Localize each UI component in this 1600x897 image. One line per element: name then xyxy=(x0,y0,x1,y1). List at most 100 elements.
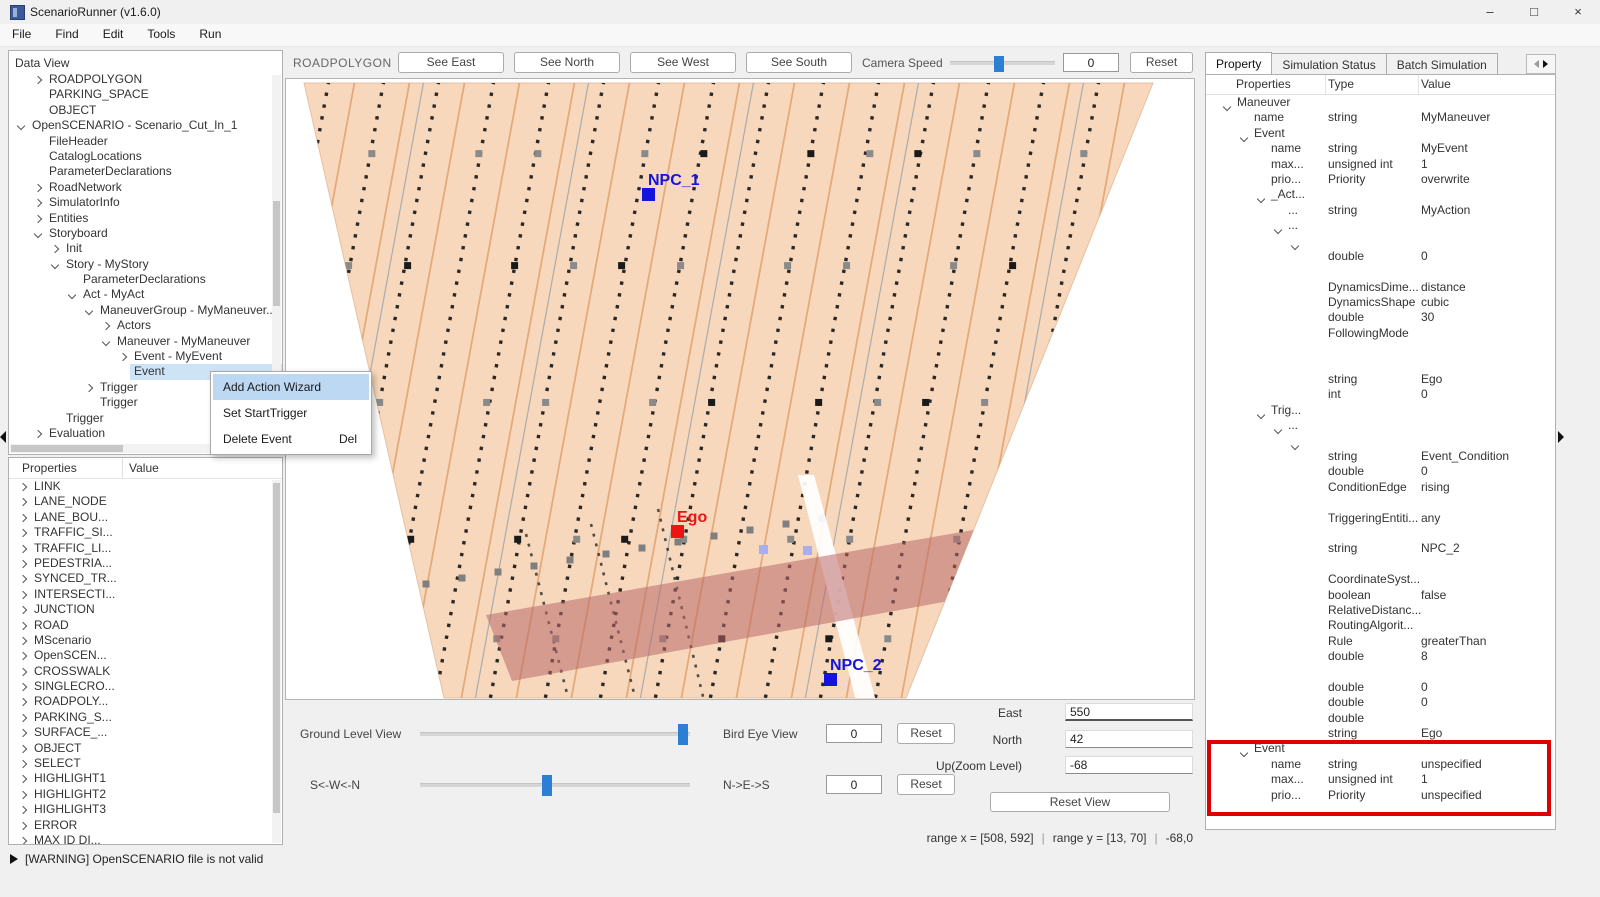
chevron-right-icon[interactable] xyxy=(30,195,45,210)
tree-item-fileheader[interactable]: FileHeader xyxy=(9,134,282,149)
property-row[interactable] xyxy=(1206,234,1555,249)
chevron-right-icon[interactable] xyxy=(15,756,30,771)
ground-level-slider-handle[interactable] xyxy=(678,724,688,745)
tree-item-act-myact[interactable]: Act - MyAct xyxy=(9,287,282,302)
chevron-right-icon[interactable] xyxy=(15,818,30,833)
property-row-event[interactable]: Event xyxy=(1206,741,1555,756)
map-properties-vscrollbar[interactable] xyxy=(272,480,281,843)
entity-npc-2[interactable] xyxy=(824,673,837,686)
chevron-right-icon[interactable] xyxy=(15,633,30,648)
tree-item-event-myevent[interactable]: Event - MyEvent xyxy=(9,349,282,364)
chevron-right-icon[interactable] xyxy=(15,618,30,633)
entity-ego[interactable] xyxy=(671,525,684,538)
maximize-button[interactable]: □ xyxy=(1512,0,1556,24)
chevron-right-icon[interactable] xyxy=(15,556,30,571)
tree-item-parking-space[interactable]: PARKING_SPACE xyxy=(9,87,282,102)
chevron-down-icon[interactable] xyxy=(30,226,45,241)
property-row[interactable]: TriggeringEntiti...any xyxy=(1206,511,1555,526)
chevron-right-icon[interactable] xyxy=(15,510,30,525)
list-item-highlight3[interactable]: HIGHLIGHT3 xyxy=(9,802,282,817)
list-item-mscenario[interactable]: MScenario xyxy=(9,633,282,648)
property-row[interactable]: double30 xyxy=(1206,310,1555,325)
property-row[interactable] xyxy=(1206,495,1555,510)
list-item-junction[interactable]: JUNCTION xyxy=(9,602,282,617)
north-field[interactable] xyxy=(1065,730,1193,748)
chevron-right-icon[interactable] xyxy=(15,587,30,602)
property-row[interactable]: double8 xyxy=(1206,649,1555,664)
property-row-max[interactable]: max...unsigned int1 xyxy=(1206,772,1555,787)
chevron-right-icon[interactable] xyxy=(15,648,30,663)
property-row-max[interactable]: max...unsigned int1 xyxy=(1206,157,1555,172)
property-row[interactable]: RelativeDistanc... xyxy=(1206,603,1555,618)
property-row[interactable]: stringEgo xyxy=(1206,372,1555,387)
tree-item-story-mystory[interactable]: Story - MyStory xyxy=(9,257,282,272)
property-row[interactable] xyxy=(1206,434,1555,449)
list-item-object[interactable]: OBJECT xyxy=(9,741,282,756)
tree-item-object[interactable]: OBJECT xyxy=(9,103,282,118)
list-item-highlight2[interactable]: HIGHLIGHT2 xyxy=(9,787,282,802)
property-row[interactable]: DynamicsDime...distance xyxy=(1206,280,1555,295)
property-row-name[interactable]: namestringMyEvent xyxy=(1206,141,1555,156)
menu-run[interactable]: Run xyxy=(187,24,233,46)
tree-item-maneuvergroup-mymaneuver[interactable]: ManeuverGroup - MyManeuver... xyxy=(9,303,282,318)
tree-item-roadnetwork[interactable]: RoadNetwork xyxy=(9,180,282,195)
list-item-traffic-si[interactable]: TRAFFIC_SI... xyxy=(9,525,282,540)
camera-speed-input[interactable] xyxy=(1063,53,1119,72)
list-item-error[interactable]: ERROR xyxy=(9,818,282,833)
property-row[interactable]: CoordinateSyst... xyxy=(1206,572,1555,587)
tree-item-entities[interactable]: Entities xyxy=(9,211,282,226)
entity-npc-1[interactable] xyxy=(642,188,655,201)
list-item-synced-tr[interactable]: SYNCED_TR... xyxy=(9,571,282,586)
chevron-right-icon[interactable] xyxy=(15,771,30,786)
chevron-down-icon[interactable] xyxy=(13,118,28,133)
tree-item-parameterdeclarations[interactable]: ParameterDeclarations xyxy=(9,164,282,179)
chevron-right-icon[interactable] xyxy=(15,541,30,556)
property-row[interactable]: double0 xyxy=(1206,464,1555,479)
chevron-right-icon[interactable] xyxy=(15,787,30,802)
property-row[interactable]: double0 xyxy=(1206,695,1555,710)
heading-slider-handle[interactable] xyxy=(542,775,552,796)
property-row-name[interactable]: namestringMyManeuver xyxy=(1206,110,1555,125)
list-item-link[interactable]: LINK xyxy=(9,479,282,494)
list-item-parking-s[interactable]: PARKING_S... xyxy=(9,710,282,725)
chevron-right-icon[interactable] xyxy=(30,426,45,441)
chevron-right-icon[interactable] xyxy=(15,479,30,494)
see-west-button[interactable]: See West xyxy=(630,52,736,73)
chevron-down-icon[interactable] xyxy=(98,334,113,349)
tree-item-storyboard[interactable]: Storyboard xyxy=(9,226,282,241)
list-item-singlecro[interactable]: SINGLECRO... xyxy=(9,679,282,694)
list-item-lane-node[interactable]: LANE_NODE xyxy=(9,494,282,509)
tree-item-cataloglocations[interactable]: CatalogLocations xyxy=(9,149,282,164)
menu-item-add-action-wizard[interactable]: Add Action Wizard xyxy=(213,374,369,400)
list-item-crosswalk[interactable]: CROSSWALK xyxy=(9,664,282,679)
property-row-prio[interactable]: prio...Priorityunspecified xyxy=(1206,788,1555,803)
tab-batch-simulation[interactable]: Batch Simulation xyxy=(1386,53,1498,75)
menu-file[interactable]: File xyxy=(0,24,43,46)
property-row-trig[interactable]: Trig... xyxy=(1206,403,1555,418)
chevron-right-icon[interactable] xyxy=(30,211,45,226)
property-row-act[interactable]: _Act... xyxy=(1206,187,1555,202)
viewport-canvas[interactable]: NPC_1EgoNPC_2 xyxy=(285,78,1195,700)
chevron-right-icon[interactable] xyxy=(15,571,30,586)
chevron-right-icon[interactable] xyxy=(15,664,30,679)
chevron-down-icon[interactable] xyxy=(81,303,96,318)
up-zoom-field[interactable] xyxy=(1065,756,1193,774)
east-field[interactable] xyxy=(1065,703,1193,721)
heading-input[interactable] xyxy=(826,775,882,794)
property-row[interactable]: booleanfalse xyxy=(1206,588,1555,603)
property-row[interactable]: double xyxy=(1206,711,1555,726)
property-row[interactable] xyxy=(1206,557,1555,572)
property-row[interactable] xyxy=(1206,264,1555,279)
property-row[interactable] xyxy=(1206,664,1555,679)
property-row-item[interactable]: ... xyxy=(1206,218,1555,233)
property-row[interactable] xyxy=(1206,341,1555,356)
chevron-right-icon[interactable] xyxy=(115,349,130,364)
property-row[interactable]: DynamicsShapecubic xyxy=(1206,295,1555,310)
menu-edit[interactable]: Edit xyxy=(91,24,136,46)
camera-speed-slider-handle[interactable] xyxy=(994,56,1004,72)
tab-simulation-status[interactable]: Simulation Status xyxy=(1271,53,1386,75)
property-row-name[interactable]: namestringunspecified xyxy=(1206,757,1555,772)
reset-view-button[interactable]: Reset View xyxy=(990,792,1170,812)
see-north-button[interactable]: See North xyxy=(514,52,620,73)
tree-item-init[interactable]: Init xyxy=(9,241,282,256)
